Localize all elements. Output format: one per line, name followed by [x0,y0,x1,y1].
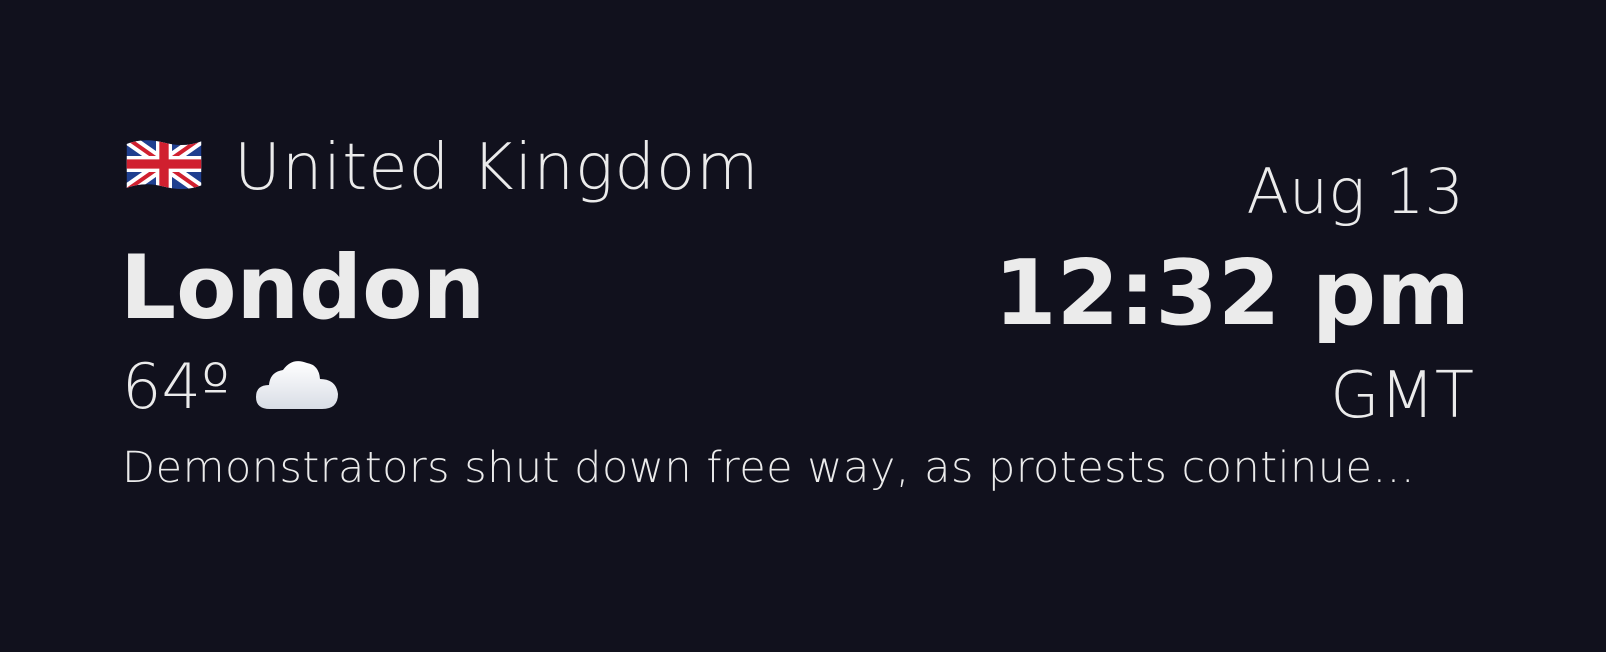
country-row: United Kingdom [124,128,759,208]
weather-row: 64º [122,352,342,422]
cloud-icon [252,355,342,415]
uk-flag-icon [124,136,204,192]
city-name: London [120,236,486,339]
temperature: 64º [122,350,231,423]
date-label: Aug 13 [1246,155,1464,228]
world-clock-widget: United Kingdom London 64º Demonstrators … [0,0,1606,652]
country-name: United Kingdom [234,131,760,205]
news-headline[interactable]: Demonstrators shut down free way, as pro… [122,440,1415,496]
time-label: 12:32 pm [993,241,1470,346]
timezone-label: GMT [1330,359,1474,433]
